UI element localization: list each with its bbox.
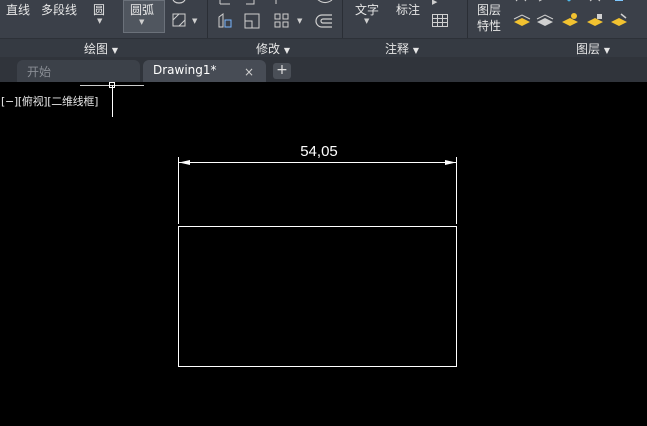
text-button[interactable]: 文字 <box>355 1 379 18</box>
modify-panel-title-text: 修改 <box>256 42 281 56</box>
ribbon: 直线 多段线 圆 ▼ 圆弧 ▼ ▼ ▼ 文字 ▼ 标注 ▶ 图层 特性 绘图 ▼… <box>0 0 647 57</box>
drawing-canvas <box>178 157 457 367</box>
annotation-panel-title[interactable]: 注释 ▼ <box>385 40 419 57</box>
annotation-panel-title-text: 注释 <box>385 42 410 56</box>
arc-button[interactable]: 圆弧 ▼ <box>123 0 165 33</box>
copy-icon[interactable] <box>217 13 233 29</box>
dimension-arrow-left <box>179 160 190 165</box>
layers-panel-title-text: 图层 <box>576 42 601 56</box>
layer-freeze-icon[interactable] <box>562 0 576 3</box>
layers-panel-title[interactable]: 图层 ▼ <box>576 40 610 57</box>
trim-icon[interactable] <box>271 0 281 6</box>
ellipse-icon[interactable] <box>171 0 187 6</box>
layer-off-icon[interactable] <box>514 0 528 3</box>
stretch-icon[interactable] <box>217 0 233 6</box>
tab-drawing1-label: Drawing1* <box>153 63 217 77</box>
ribbon-panels: 直线 多段线 圆 ▼ 圆弧 ▼ ▼ ▼ 文字 ▼ 标注 ▶ 图层 特性 <box>0 0 647 38</box>
dimension-arrow-right <box>445 160 456 165</box>
tab-drawing1[interactable]: Drawing1* × <box>143 60 266 82</box>
arc-dropdown-icon: ▼ <box>139 18 145 26</box>
new-tab-button[interactable]: + <box>273 63 291 79</box>
line-button[interactable]: 直线 <box>6 1 30 18</box>
dimension-text[interactable]: 54,05 <box>279 143 359 160</box>
drawing-viewport[interactable]: [−][俯视][二维线框] 54,05 <box>0 82 647 426</box>
layer-thaw-icon[interactable] <box>561 12 579 28</box>
hatch-dropdown-icon[interactable]: ▼ <box>192 17 197 25</box>
layer-previous-icon[interactable] <box>610 12 628 28</box>
chevron-down-icon: ▼ <box>283 46 290 55</box>
file-tab-bar: 开始 Drawing1* × <box>0 57 647 82</box>
layer-isolate-icon[interactable] <box>537 0 551 3</box>
chevron-down-icon: ▼ <box>111 46 118 55</box>
array-dropdown-icon[interactable]: ▼ <box>297 17 302 25</box>
offset-icon[interactable] <box>314 13 334 29</box>
chevron-down-icon: ▼ <box>603 46 610 55</box>
ribbon-panel-titles: 绘图 ▼ 修改 ▼ 注释 ▼ 图层 ▼ <box>0 38 647 57</box>
rotate-icon[interactable] <box>244 0 260 6</box>
draw-panel-title[interactable]: 绘图 ▼ <box>84 40 118 57</box>
fillet-icon[interactable] <box>314 0 334 6</box>
rectangle-shape[interactable] <box>178 226 457 367</box>
hatch-icon[interactable] <box>172 13 186 27</box>
circle-dropdown-icon[interactable]: ▼ <box>97 17 102 25</box>
layer-properties-button[interactable]: 图层 <box>477 1 501 18</box>
layer-make-current-icon[interactable] <box>513 12 531 28</box>
layer-match-icon[interactable] <box>612 0 626 3</box>
chevron-down-icon: ▼ <box>412 46 419 55</box>
dimension-button[interactable]: 标注 <box>396 1 420 18</box>
scale-icon[interactable] <box>244 13 260 29</box>
text-dropdown-icon[interactable]: ▼ <box>364 17 369 25</box>
close-icon[interactable]: × <box>244 65 254 79</box>
layer-properties-label-2[interactable]: 特性 <box>477 17 501 34</box>
tab-start[interactable]: 开始 <box>17 60 140 82</box>
modify-panel-title[interactable]: 修改 ▼ <box>256 40 290 57</box>
leader-dropdown-icon[interactable]: ▶ <box>432 0 437 6</box>
circle-button[interactable]: 圆 <box>93 1 105 18</box>
array-icon[interactable] <box>274 13 290 29</box>
polyline-button[interactable]: 多段线 <box>41 1 77 18</box>
draw-panel-title-text: 绘图 <box>84 42 109 56</box>
layer-unlock-icon[interactable] <box>586 12 604 28</box>
layer-walk-icon[interactable] <box>536 12 554 28</box>
arc-label: 圆弧 <box>130 3 155 17</box>
tab-start-label: 开始 <box>27 65 52 79</box>
layer-lock-icon[interactable] <box>588 0 602 3</box>
table-icon[interactable] <box>432 14 448 27</box>
